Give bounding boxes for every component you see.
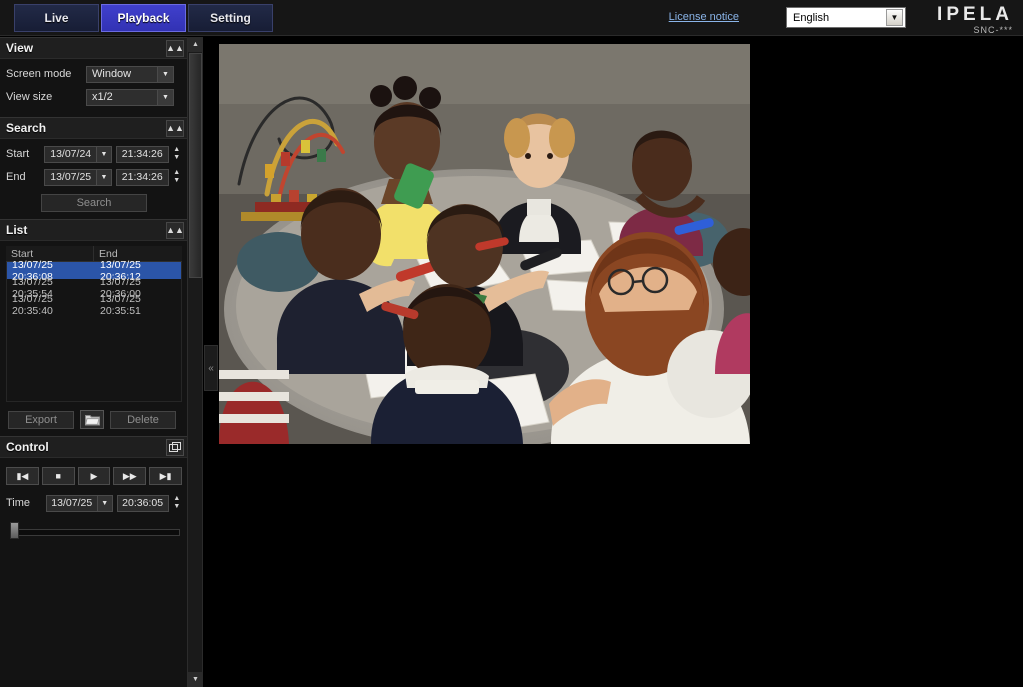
screen-mode-row: Screen mode Window ▼ xyxy=(6,64,182,84)
list-panel-body: Start End 13/07/25 20:36:08 13/07/25 20:… xyxy=(0,241,187,436)
tab-setting[interactable]: Setting xyxy=(188,4,273,32)
row-end-time: 13/07/25 20:35:51 xyxy=(100,292,141,317)
search-end-date-input[interactable]: 13/07/25 xyxy=(44,168,97,186)
list-panel-collapse-icon[interactable]: ▲▲ xyxy=(166,222,184,239)
chevron-down-icon: ▼ xyxy=(157,66,173,82)
view-panel-header: View ▲▲ xyxy=(0,37,187,59)
popout-window-icon-svg xyxy=(169,442,181,452)
chevron-down-icon: ▼ xyxy=(157,89,173,105)
playback-slider-thumb[interactable] xyxy=(10,522,19,539)
model-label: SNC-*** xyxy=(973,25,1013,35)
folder-icon[interactable] xyxy=(80,410,104,429)
control-panel-header: Control xyxy=(0,436,187,458)
video-frame-image xyxy=(219,44,750,444)
view-panel-collapse-icon[interactable]: ▲▲ xyxy=(166,40,184,57)
search-start-date-picker-icon[interactable]: ▼ xyxy=(96,145,112,163)
list-panel: List ▲▲ Start End 13/07/25 20:36:08 13/0… xyxy=(0,219,187,436)
playback-app: Live Playback Setting License notice Eng… xyxy=(0,0,1023,687)
tab-playback[interactable]: Playback xyxy=(101,4,186,32)
view-size-value: x1/2 xyxy=(92,91,113,103)
control-time-row: Time 13/07/25 ▼ 20:36:05 ▲ ▼ xyxy=(6,493,182,513)
control-panel-body: ▮◀ ■ ▶ ▶▶ ▶▮ Time 13/07/25 ▼ 20:36:05 ▲ ▼ xyxy=(0,458,187,549)
sidebar-scrollbar[interactable]: ▲ ▼ xyxy=(188,37,203,687)
fast-forward-icon[interactable]: ▶▶ xyxy=(113,467,147,485)
search-panel-title: Search xyxy=(6,121,47,135)
screen-mode-label: Screen mode xyxy=(6,68,72,80)
license-notice-link[interactable]: License notice xyxy=(669,11,739,23)
screen-mode-select[interactable]: Window ▼ xyxy=(86,65,174,83)
list-actions: Export Delete xyxy=(6,410,182,429)
left-sidebar: View ▲▲ Screen mode Window ▼ View size x… xyxy=(0,37,188,687)
search-start-time-input[interactable]: 21:34:26 xyxy=(115,145,169,163)
view-size-select[interactable]: x1/2 ▼ xyxy=(86,88,174,106)
view-size-row: View size x1/2 ▼ xyxy=(6,87,182,107)
chevron-down-icon: ▼ xyxy=(886,9,903,26)
ipela-logo: IPELA xyxy=(937,4,1013,25)
scroll-down-icon[interactable]: ▼ xyxy=(188,672,203,687)
skip-next-icon[interactable]: ▶▮ xyxy=(149,467,182,485)
search-button[interactable]: Search xyxy=(41,194,147,212)
language-select[interactable]: English ▼ xyxy=(786,7,906,28)
search-end-date-picker-icon[interactable]: ▼ xyxy=(96,168,112,186)
search-panel-header: Search ▲▲ xyxy=(0,117,187,139)
scrollbar-thumb[interactable] xyxy=(189,53,202,278)
sidebar-collapse-handle[interactable]: « xyxy=(204,345,218,391)
playback-video-frame[interactable] xyxy=(219,44,750,444)
main-tabs: Live Playback Setting xyxy=(14,4,273,32)
scroll-up-icon[interactable]: ▲ xyxy=(188,37,203,52)
search-panel-body: Start 13/07/24 ▼ 21:34:26 ▲ ▼ End 13/07/2… xyxy=(0,139,187,219)
recording-list[interactable]: 13/07/25 20:36:08 13/07/25 20:36:12 13/0… xyxy=(6,259,182,402)
list-panel-header: List ▲▲ xyxy=(0,219,187,241)
search-end-time-input[interactable]: 21:34:26 xyxy=(115,168,169,186)
view-panel-title: View xyxy=(6,41,34,55)
search-end-row: End 13/07/25 ▼ 21:34:26 ▲ ▼ xyxy=(6,167,182,187)
control-panel-title: Control xyxy=(6,440,49,454)
search-panel: Search ▲▲ Start 13/07/24 ▼ 21:34:26 ▲ ▼ E… xyxy=(0,117,187,219)
search-start-time-stepper[interactable]: ▲ ▼ xyxy=(172,145,182,163)
row-start-time: 13/07/25 20:35:40 xyxy=(12,292,53,317)
view-panel-body: Screen mode Window ▼ View size x1/2 ▼ xyxy=(0,59,187,117)
control-date-input[interactable]: 13/07/25 xyxy=(45,494,98,512)
folder-icon-svg xyxy=(84,414,100,425)
playback-slider-track[interactable] xyxy=(14,529,180,536)
tab-live[interactable]: Live xyxy=(14,4,99,32)
transport-controls: ▮◀ ■ ▶ ▶▶ ▶▮ xyxy=(6,467,182,485)
export-button[interactable]: Export xyxy=(8,410,74,429)
stop-icon[interactable]: ■ xyxy=(41,467,75,485)
search-start-row: Start 13/07/24 ▼ 21:34:26 ▲ ▼ xyxy=(6,144,182,164)
view-size-label: View size xyxy=(6,91,53,103)
search-end-time-stepper[interactable]: ▲ ▼ xyxy=(172,168,182,186)
popout-window-icon[interactable] xyxy=(166,439,184,456)
language-select-value: English xyxy=(793,11,830,24)
delete-button[interactable]: Delete xyxy=(110,410,176,429)
playback-slider[interactable] xyxy=(6,520,182,542)
control-panel: Control ▮◀ ■ ▶ ▶▶ ▶▮ Time 13/07/25 ▼ 20:… xyxy=(0,436,187,549)
search-end-label: End xyxy=(6,171,26,183)
control-time-stepper[interactable]: ▲ ▼ xyxy=(172,494,182,512)
search-start-date-input[interactable]: 13/07/24 xyxy=(44,145,97,163)
brand-block: IPELA SNC-*** xyxy=(937,5,1013,35)
screen-mode-value: Window xyxy=(92,68,132,80)
skip-previous-icon[interactable]: ▮◀ xyxy=(6,467,39,485)
view-panel: View ▲▲ Screen mode Window ▼ View size x… xyxy=(0,37,187,117)
table-row[interactable]: 13/07/25 20:35:40 13/07/25 20:35:51 xyxy=(7,292,181,317)
top-bar: Live Playback Setting License notice Eng… xyxy=(0,0,1023,36)
list-panel-title: List xyxy=(6,223,28,237)
control-date-picker-icon[interactable]: ▼ xyxy=(97,494,113,512)
control-time-input[interactable]: 20:36:05 xyxy=(116,494,169,512)
search-panel-collapse-icon[interactable]: ▲▲ xyxy=(166,120,184,137)
search-start-label: Start xyxy=(6,148,30,160)
play-icon[interactable]: ▶ xyxy=(77,467,111,485)
control-time-label: Time xyxy=(6,497,31,509)
